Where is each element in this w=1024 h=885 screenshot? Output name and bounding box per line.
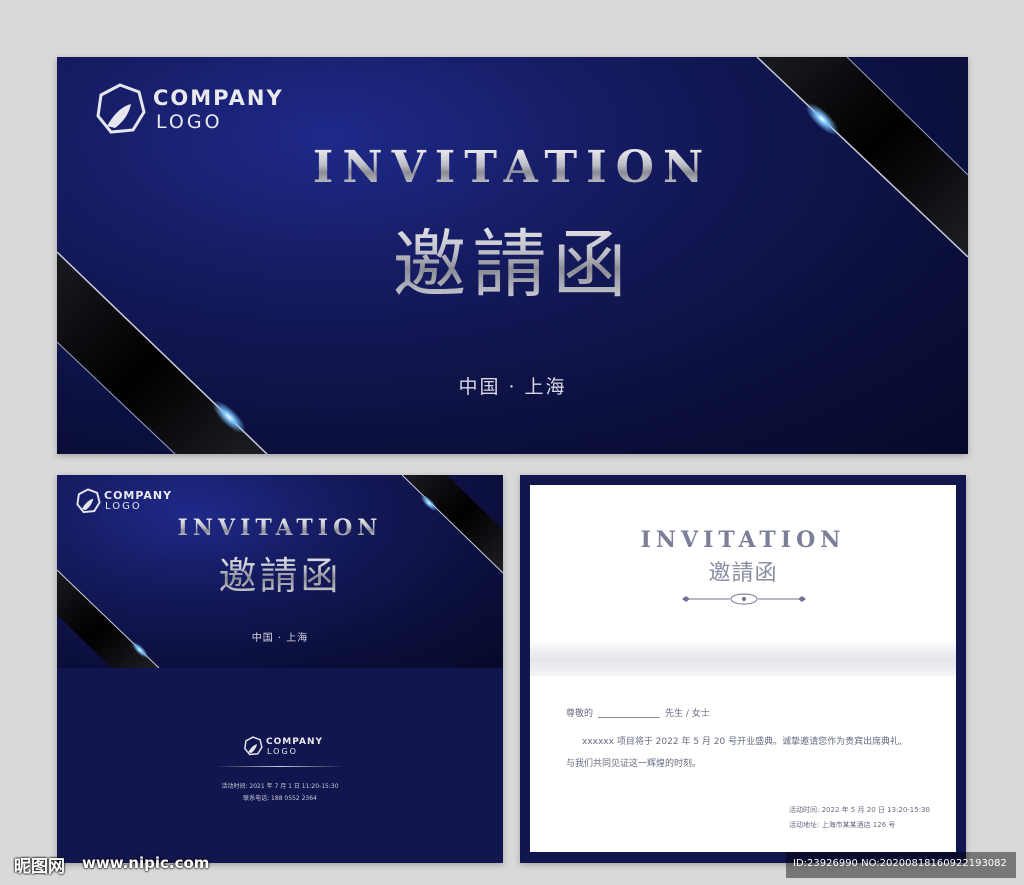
invitation-title-cn: 邀請函 [57, 545, 503, 600]
invitation-cover-large: COMPANY LOGO INVITATION 邀請函 中国 · 上海 [57, 57, 968, 454]
salutation-suffix: 先生 / 女士 [665, 709, 710, 719]
divider [215, 766, 345, 767]
location-text: 中国 · 上海 [458, 376, 567, 398]
company-logo-icon [96, 83, 146, 134]
invitation-title-en: INVITATION [640, 527, 846, 553]
contact-phone-text: 联系电话: 188 0552 2364 [243, 795, 317, 802]
company-logo-icon [244, 736, 263, 756]
fold-shadow [530, 640, 956, 676]
salutation-prefix: 尊敬的 [566, 709, 594, 719]
invitation-title-cn: 邀請函 [708, 561, 778, 586]
company-logo-text: LOGO [105, 501, 142, 512]
company-name: COMPANY [266, 737, 323, 747]
front-card-top-panel: COMPANY LOGO INVITATION 邀請函 中国 · 上海 [57, 475, 503, 668]
event-time-text: 活动时间: 2022 年 5 月 20 日 13:20-15:30 [789, 806, 930, 814]
event-address-text: 活动地址: 上海市某某酒店 126 号 [789, 821, 896, 829]
watermark-site-name: 昵图网 [14, 857, 65, 877]
location-text: 中国 · 上海 [251, 633, 309, 644]
invitation-title-en: INVITATION [57, 515, 503, 541]
event-time-text: 活动时间: 2021 年 7 月 1 日 11:20-15:30 [221, 783, 339, 790]
company-logo-text: LOGO [267, 747, 298, 756]
letter-body-line-1: xxxxxx 项目将于 2022 年 5 月 20 号开业盛典。诚挚邀请您作为贵… [582, 737, 902, 747]
invitation-letter-card: INVITATION 邀請函 尊敬的 先生 / 女士 xxxxxx 项目将于 2… [520, 475, 966, 863]
letter-body-line-2: 与我们共同见证这一辉煌的时刻。 [566, 759, 702, 769]
invitation-front-card: COMPANY LOGO INVITATION 邀請函 中国 · 上海 COMP… [57, 475, 503, 863]
recipient-name-blank [598, 717, 660, 718]
company-name: COMPANY [153, 86, 284, 110]
invitation-title-cn: 邀請函 [57, 205, 968, 312]
letter-paper: INVITATION 邀請函 尊敬的 先生 / 女士 xxxxxx 项目将于 2… [530, 485, 956, 852]
watermark-site-url: www.nipic.com [82, 854, 210, 872]
company-logo-text: LOGO [156, 111, 223, 133]
watermark-id-text: ID:23926990 NO:20200818160922193082 [793, 858, 1007, 869]
invitation-title-en: INVITATION [57, 142, 968, 193]
ornament-divider-icon [682, 593, 806, 605]
company-logo-icon [76, 488, 101, 514]
